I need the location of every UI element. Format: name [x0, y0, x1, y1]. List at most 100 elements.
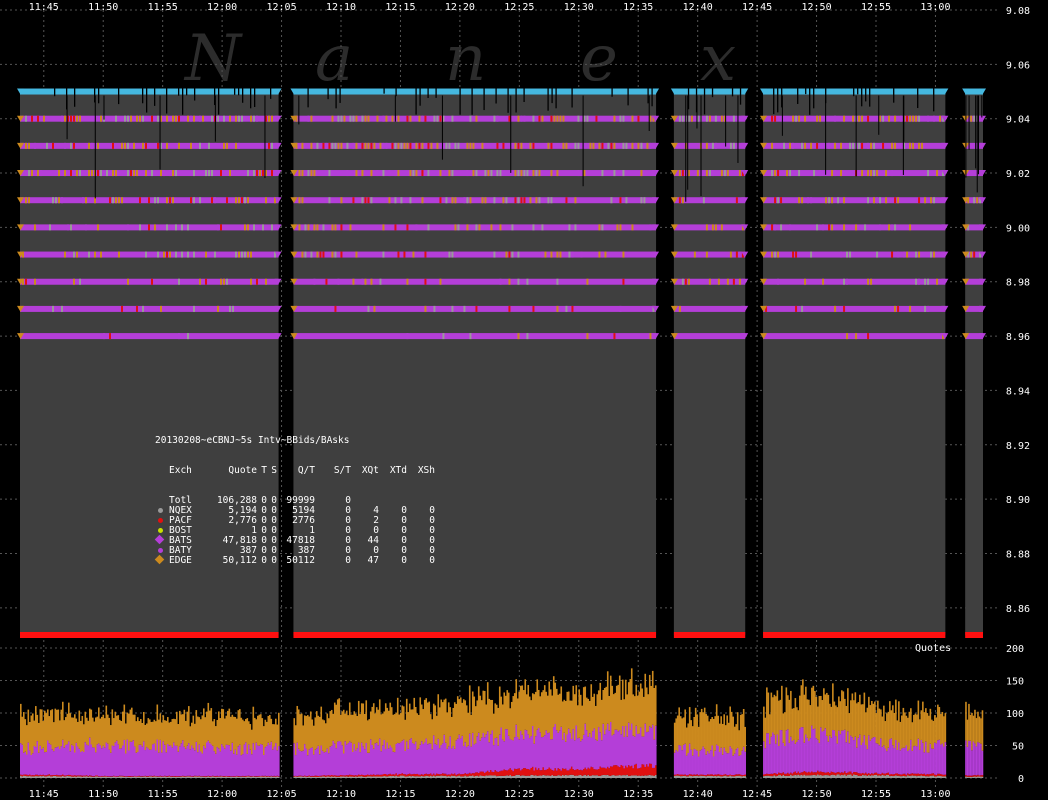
- quotes-bar-nqex: [207, 776, 210, 778]
- quotes-bar-bats: [144, 750, 147, 776]
- quote-speckle: [610, 197, 613, 204]
- quote-speckle: [732, 142, 735, 149]
- quotes-bar-edge: [904, 712, 906, 748]
- quotes-bar-bats: [266, 745, 268, 777]
- quote-speckle: [873, 142, 876, 149]
- quote-speckle: [97, 224, 99, 231]
- quote-speckle: [631, 142, 634, 149]
- quotes-bar-edge: [528, 696, 531, 739]
- quotes-bar-edge: [687, 723, 689, 753]
- quotes-bar-pacf: [261, 775, 264, 777]
- quotes-bar-edge: [420, 704, 423, 742]
- quotes-bar-bats: [549, 739, 552, 769]
- quotes-bar-pacf: [587, 767, 590, 775]
- quote-speckle: [535, 170, 538, 177]
- x-tick-label-bottom: 12:35: [623, 789, 653, 800]
- quotes-bar-pacf: [174, 776, 177, 777]
- quotes-bar-nqex: [504, 775, 507, 778]
- y-tick-label: 9.06: [1006, 60, 1030, 71]
- quotes-bar-pacf: [167, 776, 169, 777]
- quotes-bar-nqex: [857, 775, 860, 778]
- quote-speckle: [214, 197, 216, 204]
- quotes-bar-bats: [920, 739, 923, 774]
- quotes-bar-edge: [81, 715, 84, 751]
- quote-speckle: [622, 115, 625, 122]
- quote-speckle: [490, 224, 493, 231]
- quotes-bar-edge: [465, 705, 468, 748]
- quotes-bar-pacf: [618, 767, 621, 776]
- quotes-bar-edge: [416, 713, 419, 750]
- quotes-bar-nqex: [721, 776, 724, 778]
- quotes-bar-edge: [275, 718, 277, 744]
- quotes-bar-edge: [784, 712, 786, 746]
- quote-speckle: [394, 142, 397, 149]
- quotes-bar-nqex: [519, 775, 522, 778]
- quote-speckle: [631, 115, 634, 122]
- quotes-bar-edge: [191, 722, 193, 746]
- quotes-bar-pacf: [937, 773, 939, 776]
- quotes-bar-pacf: [717, 774, 719, 776]
- quotes-bar-bats: [907, 751, 909, 774]
- quotes-bar-pacf: [330, 774, 333, 777]
- quotes-bar-nqex: [305, 776, 308, 778]
- quotes-bar-nqex: [914, 775, 917, 778]
- quotes-bar-pacf: [911, 773, 914, 776]
- quote-spike: [510, 95, 512, 173]
- ask-level-band: [763, 251, 946, 258]
- quotes-bar-bats: [925, 741, 927, 775]
- quote-speckle: [325, 142, 328, 149]
- quote-speckle: [382, 170, 385, 177]
- quote-speckle: [475, 170, 478, 177]
- quotes-bar-nqex: [742, 776, 745, 778]
- quotes-bar-nqex: [486, 775, 489, 778]
- quote-speckle: [34, 278, 36, 285]
- quote-speckle: [394, 197, 397, 204]
- quotes-bar-bats: [524, 729, 527, 769]
- quotes-bar-pacf: [534, 767, 537, 776]
- quotes-bar-bats: [116, 740, 118, 777]
- quotes-bar-nqex: [33, 776, 36, 778]
- quotes-bar-pacf: [808, 771, 810, 776]
- quotes-bar-edge: [868, 696, 870, 736]
- stats-title: 20130208~eCBNJ~5s Intv~BBids/BAsks: [155, 436, 435, 446]
- quotes-bar-pacf: [685, 775, 688, 777]
- quotes-bar-nqex: [176, 777, 178, 778]
- quote-speckle: [894, 142, 897, 149]
- quote-speckle: [55, 197, 57, 204]
- quotes-bar-nqex: [678, 775, 680, 778]
- quote-speckle: [379, 142, 382, 149]
- quotes-bar-pacf: [344, 775, 347, 777]
- quotes-bar-edge: [141, 722, 144, 747]
- quote-speckle: [265, 278, 267, 285]
- stats-header-row: Exch Quote T S Q/T S/T XQt XTd XSh: [155, 466, 435, 476]
- quotes-bar-nqex: [192, 776, 195, 778]
- quotes-bar-edge: [347, 715, 350, 744]
- quotes-bar-nqex: [363, 776, 366, 778]
- exchange-marker-icon: [154, 534, 169, 546]
- quotes-bar-edge: [168, 722, 171, 746]
- quotes-bar-nqex: [579, 774, 582, 778]
- quote-speckle: [193, 170, 195, 177]
- quotes-bar-nqex: [240, 776, 243, 778]
- quotes-bar-nqex: [823, 775, 825, 778]
- quote-speckle: [795, 305, 798, 312]
- quotes-bar-bats: [398, 743, 401, 774]
- quotes-bar-pacf: [50, 775, 52, 777]
- quotes-bar-bats: [98, 743, 100, 777]
- quote-speckle: [424, 251, 427, 258]
- quotes-bar-edge: [878, 708, 881, 746]
- quote-speckle: [325, 278, 328, 285]
- quotes-bar-nqex: [673, 775, 676, 778]
- quotes-bar-pacf: [878, 773, 881, 776]
- quotes-bar-pacf: [150, 775, 153, 777]
- quotes-bar-pacf: [462, 774, 465, 777]
- quotes-bar-pacf: [688, 774, 691, 776]
- quotes-bar-bats: [173, 742, 175, 777]
- quotes-bar-edge: [131, 707, 133, 742]
- quotes-bar-nqex: [189, 776, 192, 778]
- quotes-bar-bats: [404, 750, 407, 775]
- quotes-bar-bats: [365, 743, 368, 775]
- quotes-bar-pacf: [644, 766, 647, 776]
- quote-speckle: [732, 115, 735, 122]
- quotes-bar-pacf: [805, 771, 807, 776]
